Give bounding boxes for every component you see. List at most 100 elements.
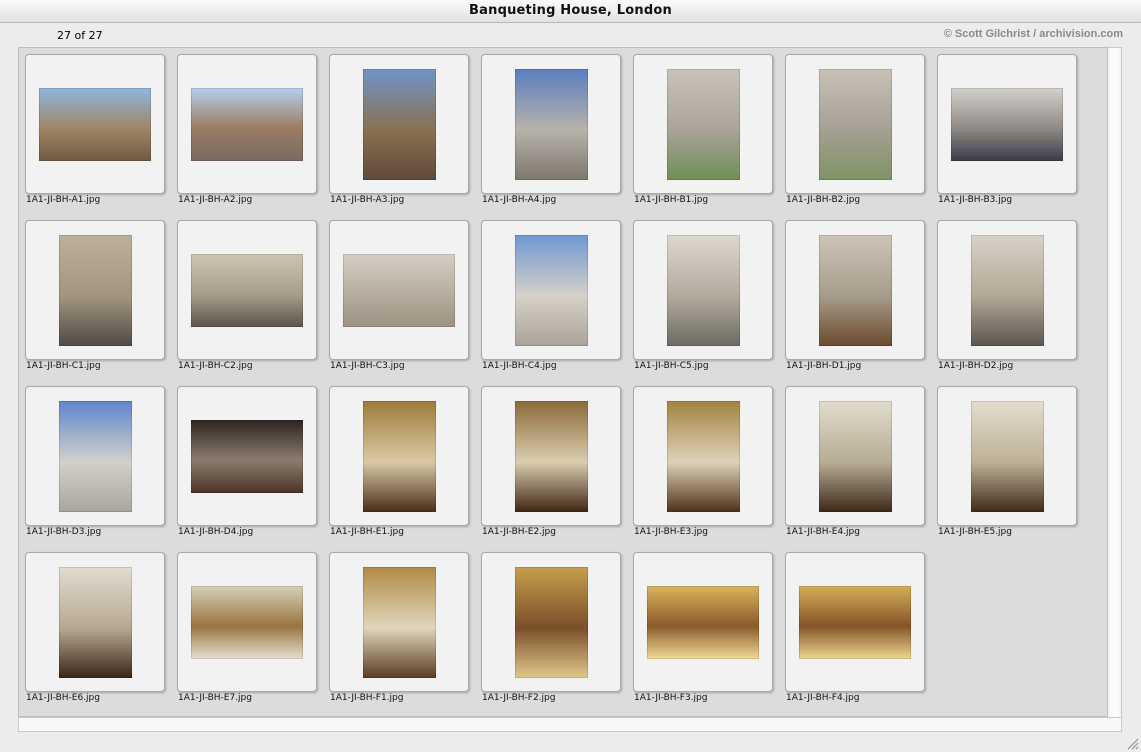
thumbnail-image — [58, 566, 132, 678]
thumbnail-frame[interactable] — [25, 220, 165, 360]
thumbnail-frame[interactable] — [633, 386, 773, 526]
thumbnail-frame[interactable] — [937, 386, 1077, 526]
thumbnail-item[interactable]: 1A1-JI-BH-C1.jpg — [19, 214, 165, 374]
thumbnail-item[interactable]: 1A1-JI-BH-D2.jpg — [931, 214, 1077, 374]
thumbnail-image — [818, 400, 892, 512]
thumbnail-item[interactable]: 1A1-JI-BH-B2.jpg — [779, 48, 925, 208]
vertical-scrollbar[interactable] — [1108, 47, 1122, 717]
thumbnail-frame[interactable] — [177, 220, 317, 360]
thumbnail-frame[interactable] — [25, 386, 165, 526]
thumbnail-item[interactable]: 1A1-JI-BH-B1.jpg — [627, 48, 773, 208]
thumbnail-item[interactable]: 1A1-JI-BH-D4.jpg — [171, 380, 317, 540]
thumbnail-item[interactable]: 1A1-JI-BH-C3.jpg — [323, 214, 469, 374]
thumbnail-filename: 1A1-JI-BH-D4.jpg — [178, 527, 254, 537]
thumbnail-item[interactable]: 1A1-JI-BH-C5.jpg — [627, 214, 773, 374]
image-count: 27 of 27 — [57, 29, 103, 42]
thumbnail-filename: 1A1-JI-BH-A1.jpg — [26, 195, 101, 205]
thumbnail-filename: 1A1-JI-BH-D1.jpg — [786, 361, 862, 371]
thumbnail-image — [362, 400, 436, 512]
thumbnail-frame[interactable] — [177, 552, 317, 692]
copyright-credit: © Scott Gilchrist / archivision.com — [943, 28, 1123, 40]
thumbnail-filename: 1A1-JI-BH-D3.jpg — [26, 527, 102, 537]
thumbnail-image — [970, 234, 1044, 346]
thumbnail-image — [39, 87, 151, 161]
thumbnail-frame[interactable] — [785, 220, 925, 360]
thumbnail-item[interactable]: 1A1-JI-BH-E4.jpg — [779, 380, 925, 540]
thumbnail-item[interactable]: 1A1-JI-BH-D1.jpg — [779, 214, 925, 374]
thumbnail-image — [362, 566, 436, 678]
thumbnail-item[interactable]: 1A1-JI-BH-E2.jpg — [475, 380, 621, 540]
thumbnail-item[interactable]: 1A1-JI-BH-E1.jpg — [323, 380, 469, 540]
window-title-bar[interactable]: Banqueting House, London — [0, 0, 1141, 23]
thumbnail-filename: 1A1-JI-BH-F1.jpg — [330, 693, 404, 703]
thumbnail-filename: 1A1-JI-BH-E3.jpg — [634, 527, 708, 537]
thumbnail-filename: 1A1-JI-BH-F2.jpg — [482, 693, 556, 703]
thumbnail-frame[interactable] — [785, 552, 925, 692]
thumbnail-filename: 1A1-JI-BH-B1.jpg — [634, 195, 709, 205]
thumbnail-item[interactable]: 1A1-JI-BH-C2.jpg — [171, 214, 317, 374]
resize-grip-icon[interactable] — [1125, 736, 1139, 750]
thumbnail-frame[interactable] — [937, 54, 1077, 194]
thumbnail-item[interactable]: 1A1-JI-BH-F3.jpg — [627, 546, 773, 706]
thumbnail-filename: 1A1-JI-BH-C3.jpg — [330, 361, 405, 371]
thumbnail-image — [362, 68, 436, 180]
thumbnail-image — [191, 253, 303, 327]
thumbnail-item[interactable]: 1A1-JI-BH-C4.jpg — [475, 214, 621, 374]
thumbnail-filename: 1A1-JI-BH-C4.jpg — [482, 361, 557, 371]
thumbnail-filename: 1A1-JI-BH-B3.jpg — [938, 195, 1013, 205]
thumbnail-image — [818, 68, 892, 180]
thumbnail-item[interactable]: 1A1-JI-BH-F2.jpg — [475, 546, 621, 706]
thumbnail-item[interactable]: 1A1-JI-BH-A4.jpg — [475, 48, 621, 208]
thumbnail-frame[interactable] — [329, 54, 469, 194]
thumbnail-image — [970, 400, 1044, 512]
thumbnail-image — [343, 253, 455, 327]
thumbnail-frame[interactable] — [329, 220, 469, 360]
thumbnail-frame[interactable] — [481, 552, 621, 692]
thumbnail-frame[interactable] — [785, 386, 925, 526]
thumbnail-item[interactable]: 1A1-JI-BH-A2.jpg — [171, 48, 317, 208]
thumbnail-item[interactable]: 1A1-JI-BH-D3.jpg — [19, 380, 165, 540]
thumbnail-image — [58, 400, 132, 512]
thumbnail-filename: 1A1-JI-BH-A4.jpg — [482, 195, 557, 205]
thumbnail-image — [666, 234, 740, 346]
thumbnail-filename: 1A1-JI-BH-F3.jpg — [634, 693, 708, 703]
thumbnail-filename: 1A1-JI-BH-E5.jpg — [938, 527, 1012, 537]
thumbnail-frame[interactable] — [481, 386, 621, 526]
thumbnail-frame[interactable] — [177, 386, 317, 526]
thumbnail-frame[interactable] — [937, 220, 1077, 360]
thumbnail-item[interactable]: 1A1-JI-BH-A3.jpg — [323, 48, 469, 208]
thumbnail-item[interactable]: 1A1-JI-BH-B3.jpg — [931, 48, 1077, 208]
thumbnail-image — [191, 585, 303, 659]
thumbnail-image — [514, 400, 588, 512]
thumbnail-frame[interactable] — [329, 386, 469, 526]
thumbnail-filename: 1A1-JI-BH-E7.jpg — [178, 693, 252, 703]
thumbnail-filename: 1A1-JI-BH-E4.jpg — [786, 527, 860, 537]
thumbnail-filename: 1A1-JI-BH-E1.jpg — [330, 527, 404, 537]
thumbnail-item[interactable]: 1A1-JI-BH-F4.jpg — [779, 546, 925, 706]
thumbnail-image — [799, 585, 911, 659]
thumbnail-item[interactable]: 1A1-JI-BH-A1.jpg — [19, 48, 165, 208]
thumbnail-frame[interactable] — [481, 220, 621, 360]
thumbnail-frame[interactable] — [177, 54, 317, 194]
thumbnail-image — [514, 68, 588, 180]
bottom-status-bar — [18, 717, 1122, 732]
thumbnail-image — [666, 68, 740, 180]
thumbnail-frame[interactable] — [481, 54, 621, 194]
thumbnail-image — [666, 400, 740, 512]
thumbnail-frame[interactable] — [329, 552, 469, 692]
thumbnail-filename: 1A1-JI-BH-E2.jpg — [482, 527, 556, 537]
thumbnail-frame[interactable] — [25, 552, 165, 692]
thumbnail-item[interactable]: 1A1-JI-BH-E5.jpg — [931, 380, 1077, 540]
thumbnail-image — [818, 234, 892, 346]
thumbnail-frame[interactable] — [633, 54, 773, 194]
thumbnail-item[interactable]: 1A1-JI-BH-E6.jpg — [19, 546, 165, 706]
thumbnail-image — [514, 234, 588, 346]
thumbnail-frame[interactable] — [633, 552, 773, 692]
thumbnail-item[interactable]: 1A1-JI-BH-F1.jpg — [323, 546, 469, 706]
thumbnail-frame[interactable] — [633, 220, 773, 360]
thumbnail-frame[interactable] — [25, 54, 165, 194]
info-bar: 27 of 27 © Scott Gilchrist / archivision… — [0, 23, 1141, 47]
thumbnail-item[interactable]: 1A1-JI-BH-E7.jpg — [171, 546, 317, 706]
thumbnail-frame[interactable] — [785, 54, 925, 194]
thumbnail-item[interactable]: 1A1-JI-BH-E3.jpg — [627, 380, 773, 540]
